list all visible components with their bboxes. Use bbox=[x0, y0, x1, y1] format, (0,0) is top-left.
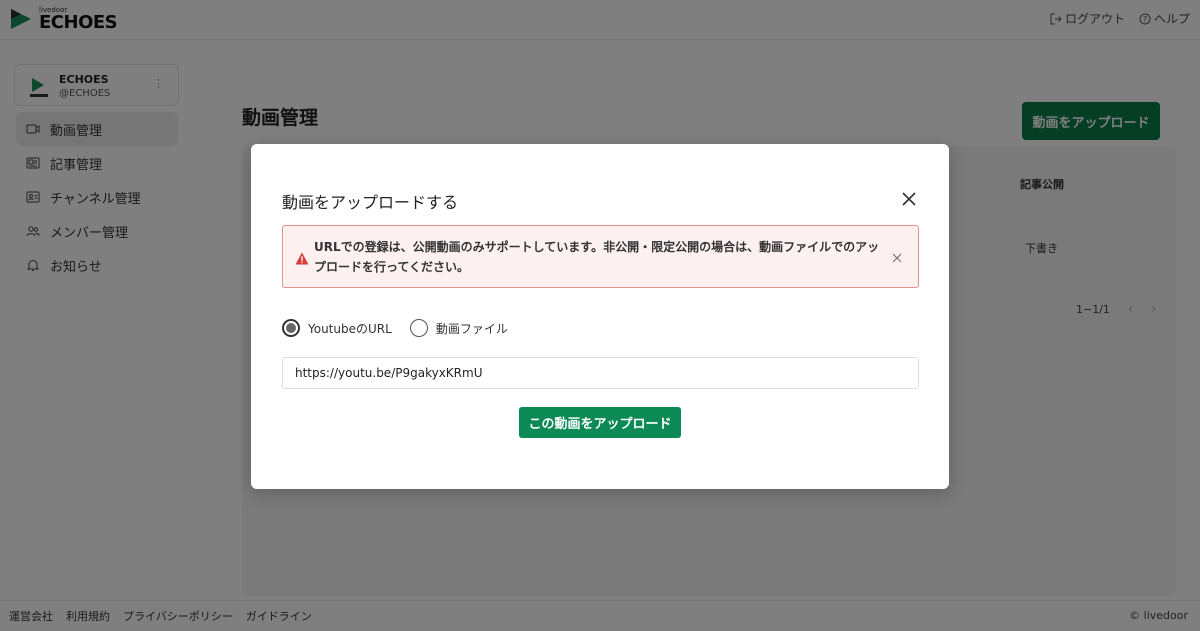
modal-title: 動画をアップロードする bbox=[282, 193, 459, 212]
warning-icon bbox=[295, 250, 309, 265]
radio-button-youtube-url[interactable] bbox=[282, 319, 300, 337]
radio-option-youtube-url[interactable]: YoutubeのURL bbox=[282, 319, 392, 337]
warning-alert: URLでの登録は、公開動画のみサポートしています。非公開・限定公開の場合は、動画… bbox=[282, 225, 919, 288]
radio-option-video-file[interactable]: 動画ファイル bbox=[409, 319, 508, 337]
radio-label-youtube-url: YoutubeのURL bbox=[308, 321, 392, 336]
alert-close-icon[interactable] bbox=[891, 249, 903, 263]
alert-message: URLでの登録は、公開動画のみサポートしています。非公開・限定公開の場合は、動画… bbox=[314, 240, 880, 274]
upload-this-video-button[interactable]: この動画をアップロード bbox=[519, 407, 681, 438]
source-radio-group: YoutubeのURL 動画ファイル bbox=[282, 319, 526, 337]
close-icon[interactable] bbox=[901, 191, 917, 207]
radio-button-video-file[interactable] bbox=[409, 319, 428, 337]
youtube-url-input[interactable] bbox=[282, 357, 919, 389]
upload-modal: 動画をアップロードする URLでの登録は、公開動画のみサポートしています。非公開… bbox=[251, 144, 949, 489]
radio-label-video-file: 動画ファイル bbox=[435, 321, 508, 336]
